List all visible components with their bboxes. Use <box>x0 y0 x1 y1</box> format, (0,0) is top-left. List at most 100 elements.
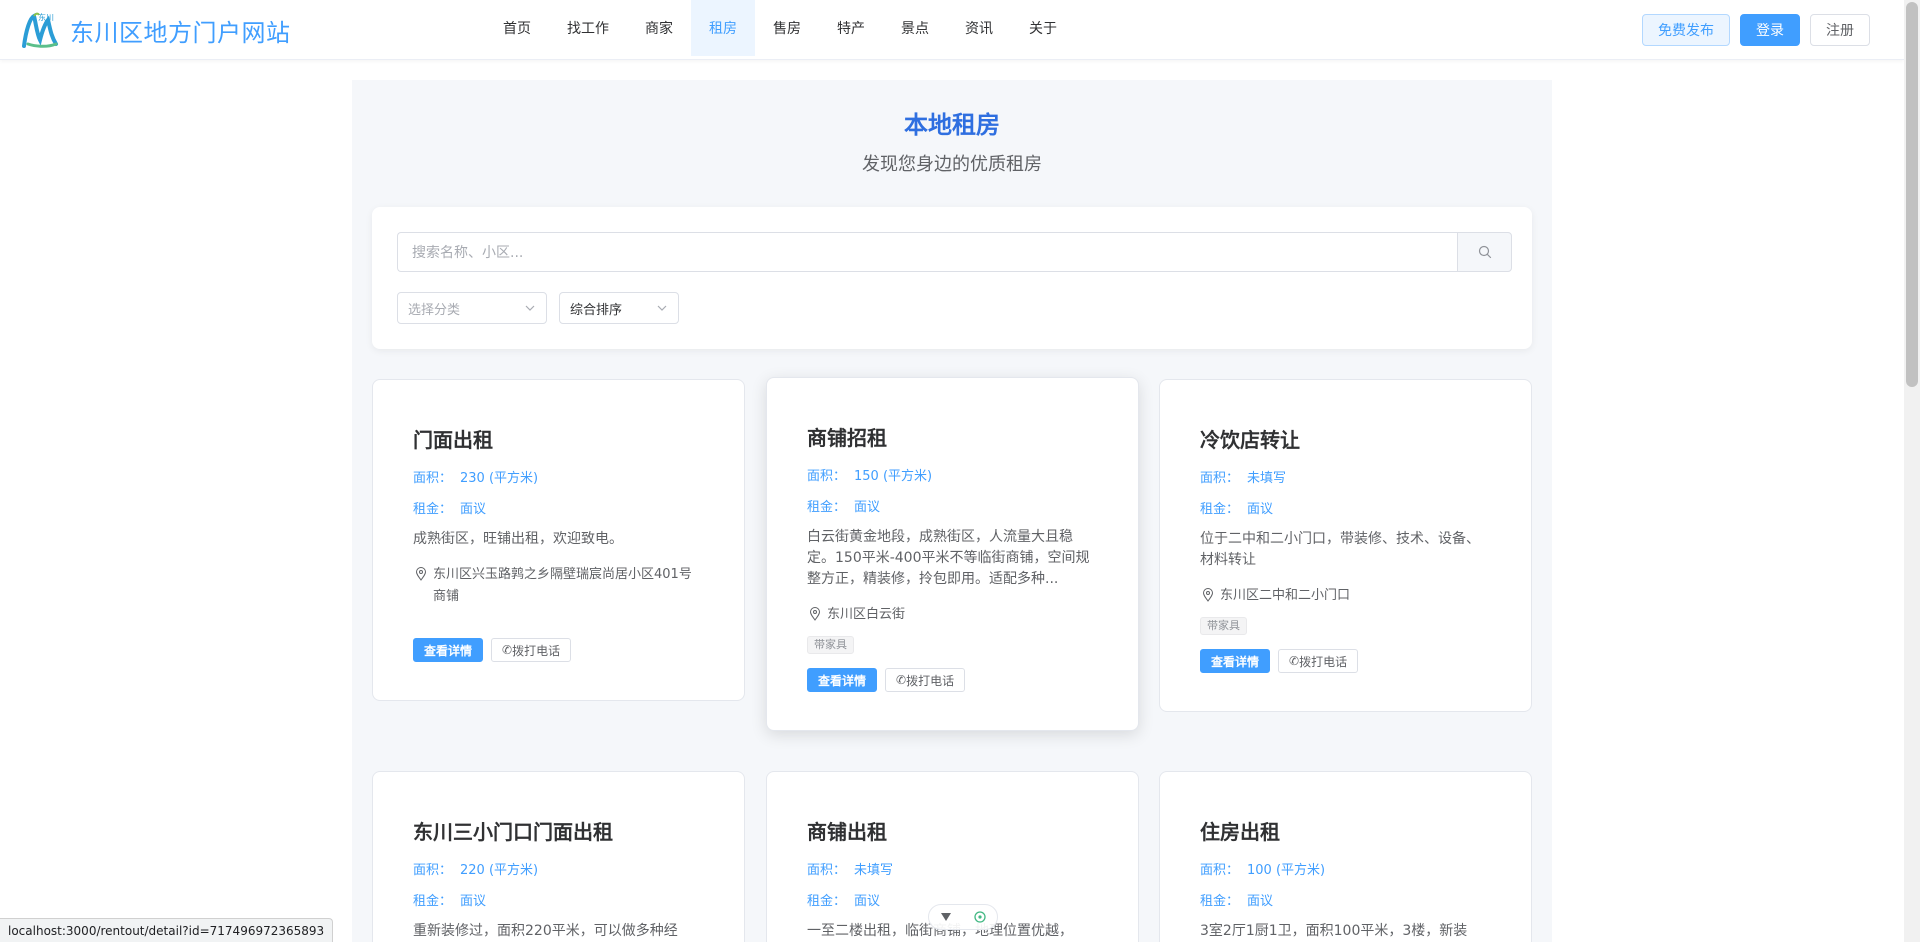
top-header: 东川 东川区地方门户网站 首页 找工作 商家 租房 售房 特产 景点 资讯 关于… <box>0 0 1904 60</box>
header-actions: 免费发布 登录 注册 <box>1642 14 1870 46</box>
listing-card[interactable]: 冷饮店转让 面积： 未填写 租金： 面议 位于二中和二小门口，带装修、技术、设备、材… <box>1159 379 1532 712</box>
call-button[interactable]: ✆ 拨打电话 <box>1278 649 1359 673</box>
nav-rent[interactable]: 租房 <box>691 0 755 56</box>
nav-merchants[interactable]: 商家 <box>627 0 691 56</box>
listing-card[interactable]: 住房出租 面积： 100 (平方米) 租金： 面议 3室2厅1厨1卫，面积100平米… <box>1159 771 1532 942</box>
rent-list-panel: 本地租房 发现您身边的优质租房 搜索名称、小区... 选择分类 综合排序 门面出… <box>352 80 1552 942</box>
phone-icon: ✆ <box>1289 654 1300 668</box>
rent-label: 租金： <box>1200 502 1240 517</box>
listing-area: 面积： 220 (平方米) <box>413 859 704 878</box>
rent-value: 面议 <box>854 894 881 909</box>
call-button[interactable]: ✆ 拨打电话 <box>885 668 966 692</box>
call-button-label: 拨打电话 <box>1299 654 1348 669</box>
listing-rent: 租金： 面议 <box>413 890 704 909</box>
listing-title: 商铺招租 <box>807 426 887 450</box>
listing-card[interactable]: 商铺招租 面积： 150 (平方米) 租金： 面议 白云街黄金地段，成熟街区，人流量… <box>766 377 1139 731</box>
location-pin-icon <box>415 567 427 581</box>
feature-tag: 带家具 <box>1200 617 1247 635</box>
rent-value: 面议 <box>1247 502 1274 517</box>
nav-specialties[interactable]: 特产 <box>819 0 883 56</box>
call-button[interactable]: ✆ 拨打电话 <box>491 638 572 662</box>
area-value: 220 (平方米) <box>460 863 539 878</box>
sort-select-value: 综合排序 <box>570 302 623 318</box>
listing-description: 位于二中和二小门口，带装修、技术、设备、材料转让 <box>1200 531 1480 568</box>
rent-label: 租金： <box>413 894 453 909</box>
nav-attractions[interactable]: 景点 <box>883 0 947 56</box>
address-text: 东川区二中和二小门口 <box>1220 588 1351 603</box>
listing-area: 面积： 100 (平方米) <box>1200 859 1491 878</box>
chevron-down-icon <box>657 305 667 311</box>
area-value: 未填写 <box>854 863 894 878</box>
nav-about[interactable]: 关于 <box>1011 0 1075 56</box>
listing-description: 白云街黄金地段，成熟街区，人流量大且稳定。150平米-400平米不等临街商铺，空… <box>807 529 1090 587</box>
logo-icon: 东川 <box>20 10 60 50</box>
listing-description: 3室2厅1厨1卫，面积100平米，3楼，新装 <box>1200 923 1468 939</box>
target-icon[interactable] <box>973 910 987 924</box>
rent-label: 租金： <box>807 500 847 515</box>
nav-news[interactable]: 资讯 <box>947 0 1011 56</box>
listing-rent: 租金： 面议 <box>1200 890 1491 909</box>
area-label: 面积： <box>807 863 847 878</box>
collapse-icon[interactable] <box>939 910 953 924</box>
area-label: 面积： <box>413 471 453 486</box>
rent-value: 面议 <box>1247 894 1274 909</box>
view-detail-button[interactable]: 查看详情 <box>1200 649 1271 673</box>
scrollbar-thumb[interactable] <box>1906 2 1918 387</box>
page-title: 本地租房 <box>904 111 1000 139</box>
address-text: 东川区兴玉路鹑之乡隔壁瑞宸尚居小区401号商铺 <box>433 567 692 604</box>
rent-value: 面议 <box>854 500 881 515</box>
area-value: 100 (平方米) <box>1247 863 1326 878</box>
site-logo[interactable]: 东川 东川区地方门户网站 <box>20 10 291 50</box>
floating-toolbar <box>928 904 998 930</box>
listing-title: 门面出租 <box>413 428 493 452</box>
rent-value: 面议 <box>460 502 487 517</box>
nav-home[interactable]: 首页 <box>485 0 549 56</box>
listing-rent: 租金： 面议 <box>1200 498 1491 517</box>
call-button-label: 拨打电话 <box>512 643 561 658</box>
nav-sale[interactable]: 售房 <box>755 0 819 56</box>
rent-label: 租金： <box>807 894 847 909</box>
area-label: 面积： <box>1200 471 1240 486</box>
location-pin-icon <box>809 607 821 621</box>
listing-rent: 租金： 面议 <box>413 498 704 517</box>
area-value: 150 (平方米) <box>854 469 933 484</box>
listing-address: 东川区兴玉路鹑之乡隔壁瑞宸尚居小区401号商铺 <box>413 564 704 608</box>
listing-address: 东川区二中和二小门口 <box>1200 585 1491 607</box>
nav-jobs[interactable]: 找工作 <box>549 0 627 56</box>
listing-area: 面积： 未填写 <box>807 859 1098 878</box>
feature-tag: 带家具 <box>807 636 854 654</box>
view-detail-button[interactable]: 查看详情 <box>413 638 484 662</box>
search-input[interactable]: 搜索名称、小区... <box>397 232 1457 272</box>
site-title: 东川区地方门户网站 <box>70 18 291 47</box>
listing-title: 东川三小门口门面出租 <box>413 820 613 844</box>
register-button[interactable]: 注册 <box>1810 14 1870 46</box>
page-scrollbar[interactable] <box>1904 0 1920 942</box>
area-label: 面积： <box>807 469 847 484</box>
category-select[interactable]: 选择分类 <box>397 292 547 324</box>
page-subtitle: 发现您身边的优质租房 <box>862 154 1042 175</box>
listing-card[interactable]: 门面出租 面积： 230 (平方米) 租金： 面议 成熟街区，旺铺出租，欢迎致电。 … <box>372 379 745 701</box>
listing-description: 成熟街区，旺铺出租，欢迎致电。 <box>413 531 623 547</box>
view-detail-button[interactable]: 查看详情 <box>807 668 878 692</box>
free-publish-button[interactable]: 免费发布 <box>1642 14 1730 46</box>
rent-label: 租金： <box>413 502 453 517</box>
listing-description: 重新装修过，面积220平米，可以做多种经 <box>413 923 678 939</box>
phone-icon: ✆ <box>896 673 907 687</box>
rent-value: 面议 <box>460 894 487 909</box>
login-button[interactable]: 登录 <box>1740 14 1800 46</box>
search-icon <box>1478 245 1491 259</box>
search-button[interactable] <box>1457 232 1512 272</box>
listing-area: 面积： 230 (平方米) <box>413 467 704 486</box>
area-value: 未填写 <box>1247 471 1287 486</box>
sort-select[interactable]: 综合排序 <box>559 292 679 324</box>
listing-area: 面积： 未填写 <box>1200 467 1491 486</box>
area-label: 面积： <box>1200 863 1240 878</box>
location-pin-icon <box>1202 588 1214 602</box>
listing-title: 住房出租 <box>1200 820 1280 844</box>
listing-card[interactable]: 东川三小门口门面出租 面积： 220 (平方米) 租金： 面议 重新装修过，面积22… <box>372 771 745 942</box>
listing-address: 东川区白云街 <box>807 604 1098 626</box>
logo-small-text: 东川 <box>38 13 54 22</box>
rent-label: 租金： <box>1200 894 1240 909</box>
search-card: 搜索名称、小区... 选择分类 综合排序 <box>372 207 1532 349</box>
link-status-bar: localhost:3000/rentout/detail?id=7174969… <box>0 918 334 942</box>
